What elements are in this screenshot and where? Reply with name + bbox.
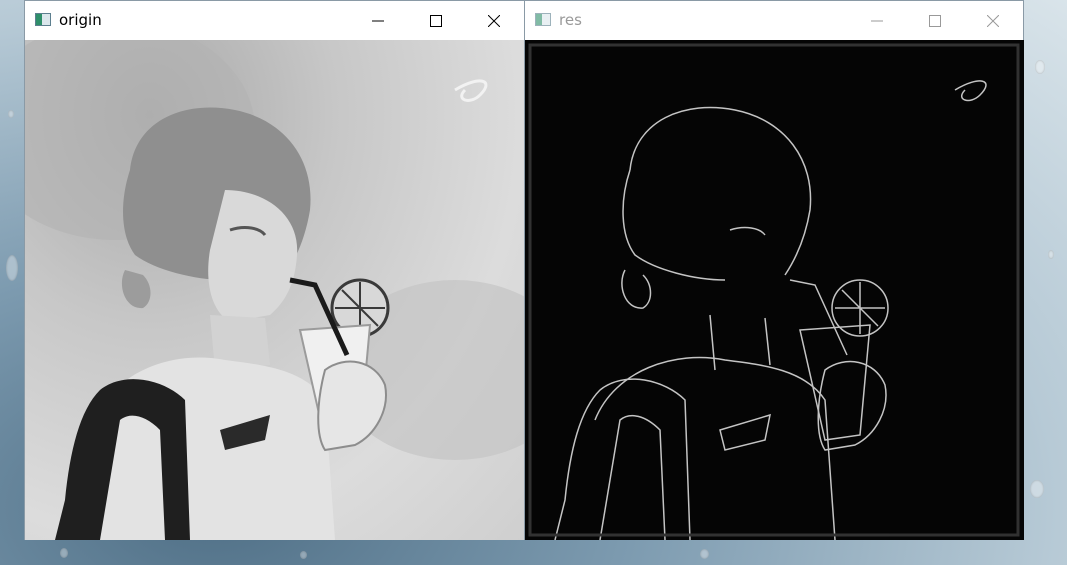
res-window[interactable]: res xyxy=(524,0,1024,540)
close-icon xyxy=(488,14,500,27)
maximize-icon xyxy=(430,14,442,27)
close-button[interactable] xyxy=(465,1,523,40)
edge-map xyxy=(528,43,1020,540)
app-icon xyxy=(535,13,551,26)
origin-window[interactable]: origin xyxy=(24,0,525,540)
minimize-icon xyxy=(871,20,883,21)
minimize-button[interactable] xyxy=(349,1,407,40)
close-icon xyxy=(987,14,999,27)
window-title: origin xyxy=(59,11,102,29)
minimize-icon xyxy=(372,20,384,21)
app-icon xyxy=(35,13,51,26)
close-button[interactable] xyxy=(964,1,1022,40)
maximize-icon xyxy=(929,14,941,27)
window-title: res xyxy=(559,11,582,29)
title-bar[interactable]: res xyxy=(525,1,1023,40)
minimize-button[interactable] xyxy=(848,1,906,40)
maximize-button[interactable] xyxy=(906,1,964,40)
origin-image xyxy=(25,40,524,540)
girl-illustration xyxy=(25,40,524,540)
title-bar[interactable]: origin xyxy=(25,1,524,40)
maximize-button[interactable] xyxy=(407,1,465,40)
res-image xyxy=(525,40,1024,540)
